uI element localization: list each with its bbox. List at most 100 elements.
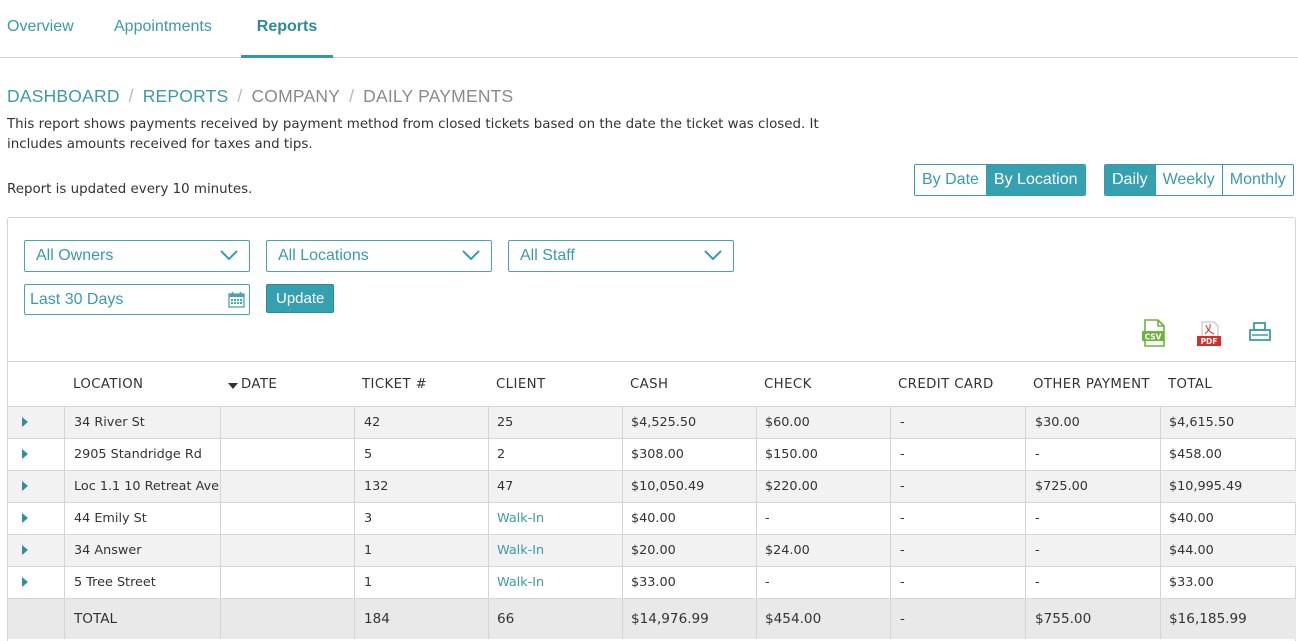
column-header-ticket[interactable]: TICKET # (362, 362, 427, 406)
total-client: 66 (488, 599, 622, 639)
table-row: 44 Emily St 3 Walk-In $40.00 - - - $40.0… (8, 503, 1296, 535)
cell-date (220, 407, 354, 438)
top-tabs: Overview Appointments Reports (0, 0, 1298, 58)
column-header-client[interactable]: CLIENT (496, 362, 546, 406)
cell-date (220, 471, 354, 502)
tab-appointments[interactable]: Appointments (114, 0, 212, 58)
cell-other-payment: $725.00 (1025, 471, 1160, 502)
column-header-other-payment[interactable]: OTHER PAYMENT (1033, 362, 1150, 406)
cell-credit-card: - (890, 503, 1025, 534)
tab-reports[interactable]: Reports (241, 0, 333, 58)
cell-location: 2905 Standridge Rd (64, 439, 220, 470)
cell-credit-card: - (890, 535, 1025, 566)
total-total: $16,185.99 (1160, 599, 1296, 639)
cell-credit-card: - (890, 439, 1025, 470)
sort-descending-icon (228, 383, 238, 389)
cell-cash: $33.00 (622, 567, 756, 598)
table-row: 34 River St 42 25 $4,525.50 $60.00 - $30… (8, 407, 1296, 439)
expand-row-icon[interactable] (22, 481, 28, 491)
breadcrumb: DASHBOARD / REPORTS / COMPANY / DAILY PAYMENTS (7, 86, 513, 107)
cell-other-payment: $30.00 (1025, 407, 1160, 438)
cell-cash: $308.00 (622, 439, 756, 470)
cell-other-payment: - (1025, 535, 1160, 566)
breadcrumb-separator: / (128, 86, 134, 106)
update-note: Report is updated every 10 minutes. (7, 182, 253, 197)
cell-cash: $20.00 (622, 535, 756, 566)
walk-in-client-link[interactable]: Walk-In (488, 535, 622, 566)
expand-row-icon[interactable] (22, 577, 28, 587)
cell-date (220, 503, 354, 534)
total-credit-card: - (890, 599, 1025, 639)
cell-total: $33.00 (1160, 567, 1296, 598)
cell-other-payment: - (1025, 503, 1160, 534)
locations-select[interactable]: All Locations (266, 240, 492, 272)
expand-row-icon[interactable] (22, 513, 28, 523)
expand-row-icon[interactable] (22, 449, 28, 459)
breadcrumb-separator: / (237, 86, 243, 106)
breadcrumb-daily-payments: DAILY PAYMENTS (363, 86, 514, 106)
daily-button[interactable]: Daily (1105, 165, 1156, 195)
walk-in-client-link[interactable]: Walk-In (488, 503, 622, 534)
pdf-export-icon[interactable]: PDF (1196, 321, 1222, 347)
update-button[interactable]: Update (266, 284, 335, 313)
weekly-button[interactable]: Weekly (1155, 165, 1223, 195)
calendar-icon[interactable] (228, 291, 245, 308)
expand-row-icon[interactable] (22, 545, 28, 555)
column-header-location[interactable]: LOCATION (73, 362, 143, 406)
total-label: TOTAL (64, 599, 220, 639)
chevron-down-icon (462, 250, 480, 261)
table-header-row: LOCATION DATE TICKET # CLIENT CASH CHECK… (8, 362, 1296, 407)
table-total-row: TOTAL 184 66 $14,976.99 $454.00 - $755.0… (8, 599, 1296, 639)
column-header-total[interactable]: TOTAL (1168, 362, 1212, 406)
cell-date (220, 439, 354, 470)
column-header-credit-card[interactable]: CREDIT CARD (898, 362, 994, 406)
cell-total: $44.00 (1160, 535, 1296, 566)
cell-credit-card: - (890, 567, 1025, 598)
cell-check: - (756, 567, 890, 598)
expand-row-icon[interactable] (22, 417, 28, 427)
tab-overview[interactable]: Overview (7, 0, 74, 58)
breadcrumb-reports[interactable]: REPORTS (143, 86, 229, 106)
column-header-date-label: DATE (241, 377, 278, 392)
svg-text:PDF: PDF (1201, 337, 1218, 346)
cell-ticket: 132 (354, 471, 488, 502)
cell-total: $10,995.49 (1160, 471, 1296, 502)
report-panel: All Owners All Locations All Staff Last … (7, 217, 1296, 641)
owners-select-value: All Owners (36, 247, 114, 264)
staff-select-value: All Staff (520, 247, 575, 264)
csv-export-icon[interactable]: CSV (1141, 319, 1167, 347)
cell-ticket: 3 (354, 503, 488, 534)
report-description: This report shows payments received by p… (7, 117, 819, 152)
walk-in-client-link[interactable]: Walk-In (488, 567, 622, 598)
chevron-down-icon (704, 250, 722, 261)
cell-location: 44 Emily St (64, 503, 220, 534)
cell-check: $150.00 (756, 439, 890, 470)
owners-select[interactable]: All Owners (24, 240, 250, 272)
table-row: 34 Answer 1 Walk-In $20.00 $24.00 - - $4… (8, 535, 1296, 567)
column-header-date[interactable]: DATE (228, 362, 277, 406)
by-date-button[interactable]: By Date (915, 165, 987, 195)
svg-text:CSV: CSV (1145, 333, 1162, 342)
cell-ticket: 42 (354, 407, 488, 438)
print-icon[interactable] (1248, 320, 1272, 344)
cell-total: $458.00 (1160, 439, 1296, 470)
table-row: 5 Tree Street 1 Walk-In $33.00 - - - $33… (8, 567, 1296, 599)
total-date (220, 599, 354, 639)
monthly-button[interactable]: Monthly (1222, 165, 1293, 195)
cell-location: 5 Tree Street (64, 567, 220, 598)
date-range-input[interactable]: Last 30 Days (24, 284, 250, 315)
group-by-toggle: By Date By Location (914, 164, 1086, 196)
cell-cash: $10,050.49 (622, 471, 756, 502)
staff-select[interactable]: All Staff (508, 240, 734, 272)
column-header-cash[interactable]: CASH (630, 362, 668, 406)
cell-total: $40.00 (1160, 503, 1296, 534)
cell-check: $220.00 (756, 471, 890, 502)
cell-client: 2 (488, 439, 622, 470)
cell-credit-card: - (890, 407, 1025, 438)
breadcrumb-dashboard[interactable]: DASHBOARD (7, 86, 120, 106)
cell-client: 25 (488, 407, 622, 438)
by-location-button[interactable]: By Location (986, 165, 1085, 195)
cell-total: $4,615.50 (1160, 407, 1296, 438)
column-header-check[interactable]: CHECK (764, 362, 812, 406)
total-other-payment: $755.00 (1025, 599, 1160, 639)
